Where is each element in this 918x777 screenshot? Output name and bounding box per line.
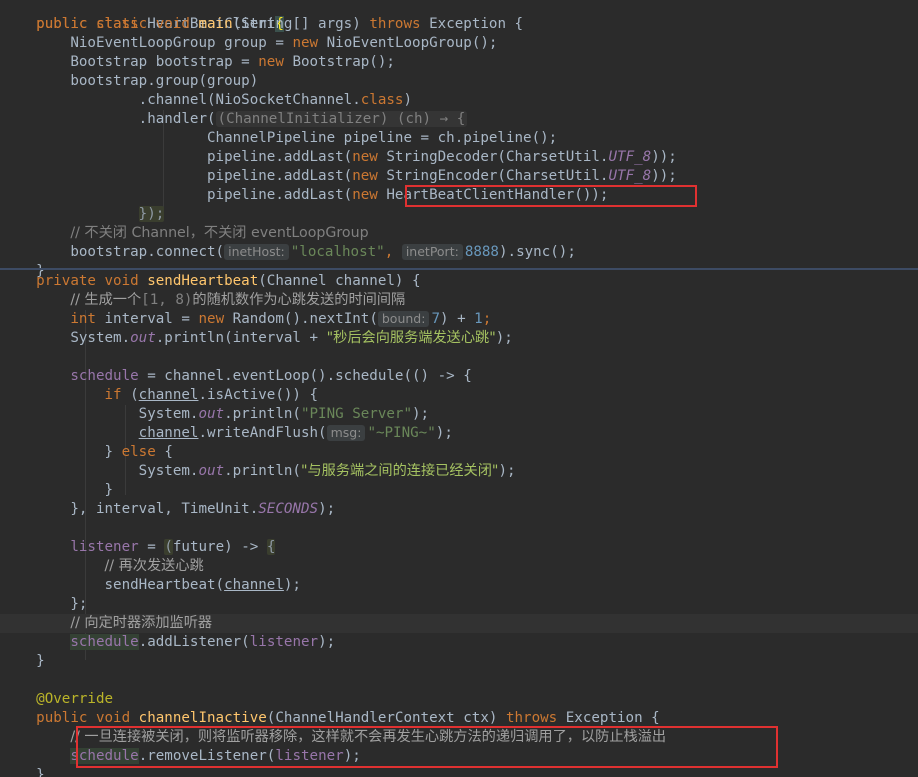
code-line-current[interactable]: // 向定时器添加监听器: [0, 614, 918, 633]
code-line-handler[interactable]: .handler((ChannelInitializer) (ch) → {: [0, 110, 918, 129]
code-line[interactable]: sendHeartbeat(channel);: [0, 576, 918, 595]
code-line-send-signature[interactable]: private void sendHeartbeat(Channel chann…: [0, 272, 918, 291]
code-line[interactable]: Bootstrap bootstrap = new Bootstrap();: [0, 53, 918, 72]
method-separator: [0, 268, 918, 270]
code-line[interactable]: System.out.println(interval + "秒后会向服务端发送…: [0, 329, 918, 348]
param-hint-msg: msg:: [326, 425, 366, 441]
code-line-listener[interactable]: listener = (future) -> {: [0, 538, 918, 557]
code-editor[interactable]: public class HeartBeatClient{ public sta…: [0, 0, 918, 777]
param-hint-bound: bound:: [377, 311, 430, 327]
lambda-fold-hint[interactable]: (ChannelInitializer) (ch) → {: [215, 111, 468, 127]
code-line-comment[interactable]: // 不关闭 Channel，不关闭 eventLoopGroup: [0, 224, 918, 243]
code-line-annotation[interactable]: @Override: [0, 690, 918, 709]
code-line[interactable]: ChannelPipeline pipeline = ch.pipeline()…: [0, 129, 918, 148]
code-line-class-decl[interactable]: public class HeartBeatClient{: [0, 0, 918, 32]
code-line[interactable]: }: [0, 481, 918, 500]
code-line[interactable]: pipeline.addLast(new StringEncoder(Chars…: [0, 167, 918, 186]
code-line[interactable]: System.out.println("与服务端之间的连接已经关闭");: [0, 462, 918, 481]
code-line[interactable]: .channel(NioSocketChannel.class): [0, 91, 918, 110]
code-line[interactable]: }, interval, TimeUnit.SECONDS);: [0, 500, 918, 519]
code-line[interactable]: pipeline.addLast(new StringDecoder(Chars…: [0, 148, 918, 167]
code-line[interactable]: schedule.addListener(listener);: [0, 633, 918, 652]
code-line[interactable]: }: [0, 652, 918, 671]
code-line[interactable]: channel.writeAndFlush(msg: "~PING~");: [0, 424, 918, 443]
code-line[interactable]: int interval = new Random().nextInt(boun…: [0, 310, 918, 329]
code-line-connect[interactable]: bootstrap.connect(inetHost: "localhost", …: [0, 243, 918, 262]
code-line-main-signature[interactable]: public static void main(String[] args) t…: [0, 15, 918, 34]
code-line-comment[interactable]: // 生成一个[1, 8)的随机数作为心跳发送的时间间隔: [0, 291, 918, 310]
code-line[interactable]: } else {: [0, 443, 918, 462]
param-hint-inetport: inetPort:: [401, 244, 463, 260]
code-line[interactable]: NioEventLoopGroup group = new NioEventLo…: [0, 34, 918, 53]
code-line[interactable]: System.out.println("PING Server");: [0, 405, 918, 424]
code-line-schedule[interactable]: schedule = channel.eventLoop().schedule(…: [0, 367, 918, 386]
code-line[interactable]: });: [0, 205, 918, 224]
code-line-comment[interactable]: // 再次发送心跳: [0, 557, 918, 576]
code-line[interactable]: bootstrap.group(group): [0, 72, 918, 91]
code-line[interactable]: if (channel.isActive()) {: [0, 386, 918, 405]
highlight-box-remove-listener: [76, 726, 778, 768]
param-hint-inethost: inetHost:: [224, 244, 289, 260]
code-line[interactable]: };: [0, 595, 918, 614]
highlight-box-handler: [405, 185, 697, 207]
